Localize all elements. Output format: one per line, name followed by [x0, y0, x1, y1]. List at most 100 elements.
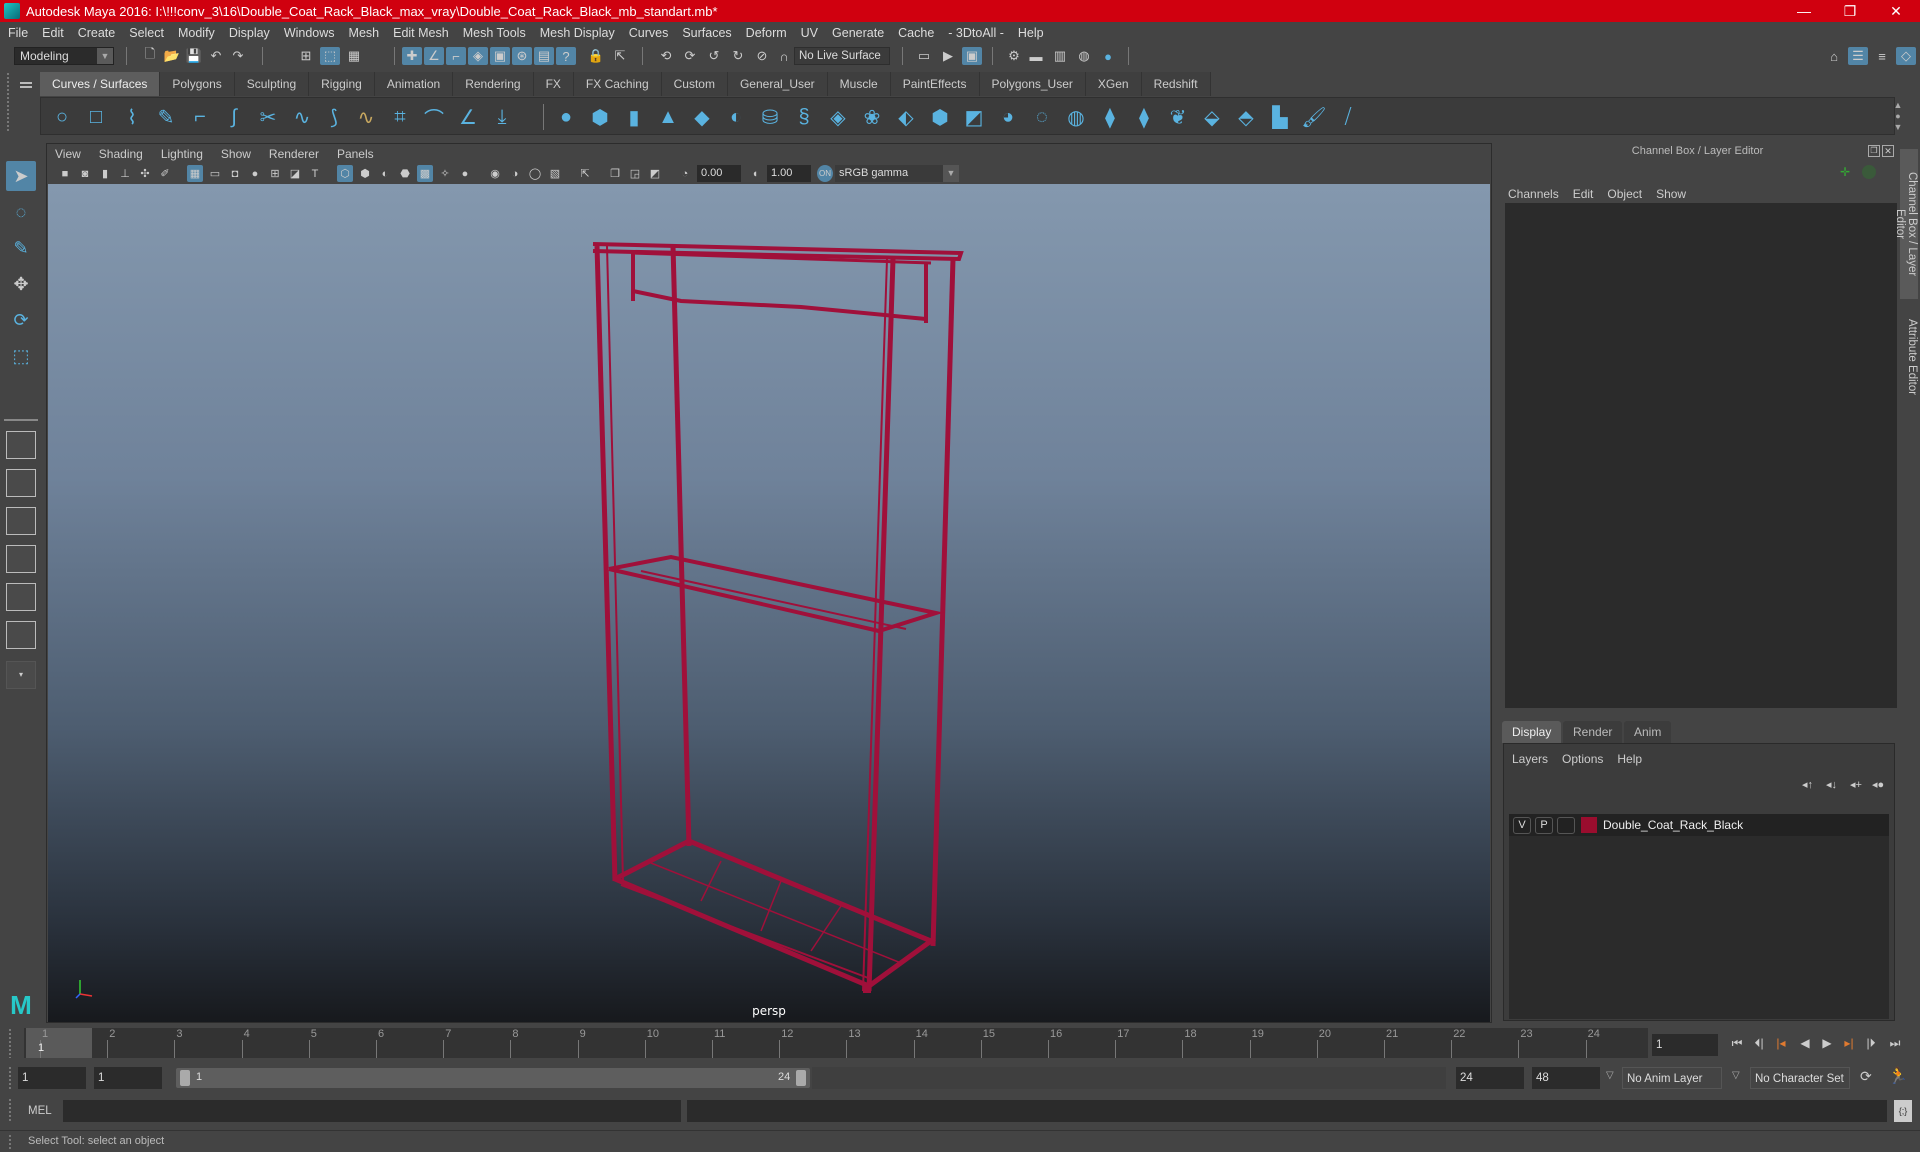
- new-scene-icon[interactable]: 🗋: [140, 46, 160, 65]
- ambient-occlusion-icon[interactable]: ◉: [487, 165, 503, 182]
- use-default-material-icon[interactable]: ◐: [377, 165, 393, 182]
- pencil-curve-icon[interactable]: ✎: [153, 104, 179, 130]
- timeline-grip[interactable]: [8, 1028, 12, 1058]
- layer-display-type-toggle[interactable]: [1557, 816, 1575, 834]
- modeling-toolkit-icon[interactable]: ⌂: [1824, 47, 1844, 65]
- layer-tab-display[interactable]: Display: [1502, 721, 1562, 743]
- gamma-field[interactable]: 1.00: [767, 165, 811, 182]
- xray-icon[interactable]: ❐: [607, 165, 623, 182]
- layer-playback-toggle[interactable]: P: [1535, 816, 1553, 834]
- project-curve-icon[interactable]: ◌: [1029, 104, 1055, 130]
- film-gate-icon[interactable]: ▭: [207, 165, 223, 182]
- birail-icon[interactable]: ⬖: [893, 104, 919, 130]
- boolean-icon[interactable]: ❦: [1165, 104, 1191, 130]
- select-hierarchy-icon[interactable]: ⊞: [296, 47, 316, 65]
- help-snap-icon[interactable]: ?: [556, 47, 576, 65]
- snap-point-icon[interactable]: ⌐: [446, 47, 466, 65]
- revolve-icon[interactable]: ⛁: [757, 104, 783, 130]
- menu-mesh-display[interactable]: Mesh Display: [540, 26, 615, 40]
- outliner-graph-layout-icon[interactable]: [6, 621, 36, 649]
- color-management-toggle-icon[interactable]: ON: [817, 165, 833, 182]
- channel-box-toggle-icon[interactable]: ◇: [1896, 47, 1916, 65]
- range-start-handle[interactable]: [180, 1070, 190, 1086]
- manipulator-icon[interactable]: ✛: [1840, 165, 1856, 181]
- exposure-field[interactable]: 0.00: [697, 165, 741, 182]
- menu-file[interactable]: File: [8, 26, 28, 40]
- menu-uv[interactable]: UV: [801, 26, 818, 40]
- nurbs-torus-icon[interactable]: ◐: [723, 104, 749, 130]
- intersect-icon[interactable]: ◍: [1063, 104, 1089, 130]
- lock-icon[interactable]: 🔒: [586, 47, 606, 65]
- command-input[interactable]: [63, 1100, 681, 1122]
- shelf-grip[interactable]: [6, 72, 10, 132]
- mode-selector[interactable]: Modeling ▼: [14, 47, 114, 65]
- snap-view-icon[interactable]: ⊛: [512, 47, 532, 65]
- gamma-icon[interactable]: ◖: [747, 165, 763, 182]
- safe-title-icon[interactable]: T: [307, 165, 323, 182]
- bezier-icon[interactable]: ✂: [255, 104, 281, 130]
- go-to-start-icon[interactable]: ⏮: [1728, 1033, 1746, 1053]
- start-time-field[interactable]: 1: [18, 1067, 86, 1089]
- animation-preferences-icon[interactable]: 🏃: [1888, 1066, 1908, 1086]
- shadows-icon[interactable]: ●: [457, 165, 473, 182]
- snap-live-icon[interactable]: ▤: [534, 47, 554, 65]
- select-lock-icon[interactable]: ⇱: [610, 47, 630, 65]
- step-back-key-icon[interactable]: |◂: [1772, 1033, 1790, 1053]
- paint-select-icon[interactable]: ✎: [6, 233, 36, 263]
- motion-blur-icon[interactable]: ◑: [507, 165, 523, 182]
- curve-edit-icon[interactable]: ⤓: [489, 104, 515, 130]
- menu-display[interactable]: Display: [229, 26, 270, 40]
- render-settings-icon[interactable]: ⚙: [1004, 47, 1024, 65]
- show-menu[interactable]: Show: [1656, 187, 1686, 201]
- play-forwards-icon[interactable]: ▶: [1818, 1033, 1836, 1053]
- field-chart-icon[interactable]: ⊞: [267, 165, 283, 182]
- sync-icon[interactable]: [1862, 165, 1876, 179]
- bevel-icon[interactable]: ⬢: [927, 104, 953, 130]
- gate-mask-icon[interactable]: ●: [247, 165, 263, 182]
- nurbs-cylinder-icon[interactable]: ▮: [621, 104, 647, 130]
- channel-list[interactable]: [1505, 203, 1897, 708]
- lasso-select-icon[interactable]: ◌: [6, 197, 36, 227]
- image-plane-icon[interactable]: ⊥: [117, 165, 133, 182]
- shelf-tab-curves-surfaces[interactable]: Curves / Surfaces: [40, 72, 161, 96]
- loft-icon[interactable]: §: [791, 104, 817, 130]
- resolution-gate-icon[interactable]: ◘: [227, 165, 243, 182]
- shelf-tab-sculpting[interactable]: Sculpting: [234, 72, 310, 96]
- attach-surface-icon[interactable]: ⬙: [1199, 104, 1225, 130]
- channels-menu[interactable]: Channels: [1508, 187, 1559, 201]
- clapper-icon[interactable]: ▬: [1026, 47, 1046, 65]
- layer-tab-anim[interactable]: Anim: [1624, 721, 1672, 743]
- attribute-editor-toggle-icon[interactable]: ☰: [1848, 47, 1868, 65]
- arc-icon[interactable]: ∫: [221, 104, 247, 130]
- open-scene-icon[interactable]: 📂: [162, 47, 182, 65]
- character-set-select[interactable]: No Character Set: [1750, 1067, 1850, 1089]
- range-slider[interactable]: 1 24: [176, 1068, 810, 1088]
- menu-mesh[interactable]: Mesh: [349, 26, 380, 40]
- command-language-label[interactable]: MEL: [28, 1105, 52, 1117]
- coat-rack-wireframe[interactable]: [48, 184, 1490, 1022]
- square-surface-icon[interactable]: ◕: [995, 104, 1021, 130]
- menu-select[interactable]: Select: [129, 26, 164, 40]
- viewport-menu-lighting[interactable]: Lighting: [161, 147, 203, 161]
- shelf-tab-muscle[interactable]: Muscle: [827, 72, 891, 96]
- maximize-button[interactable]: ❐: [1827, 0, 1873, 22]
- anti-aliasing-icon[interactable]: ◯: [527, 165, 543, 182]
- menu-3dtoall[interactable]: - 3DtoAll -: [948, 26, 1004, 40]
- ipr-render-icon[interactable]: ▣: [962, 47, 982, 65]
- xray-components-icon[interactable]: ◩: [647, 165, 663, 182]
- history-icon[interactable]: ⟲: [656, 47, 676, 65]
- nurbs-sphere-icon[interactable]: ●: [553, 104, 579, 130]
- new-layer-icon[interactable]: ◂+: [1850, 778, 1862, 791]
- curve-insert-knot-icon[interactable]: ⌒: [421, 104, 447, 131]
- shelf-tab-redshift[interactable]: Redshift: [1141, 72, 1211, 96]
- shelf-scroll[interactable]: ▲ ● ▼: [1891, 100, 1905, 134]
- curve-rebuild-icon[interactable]: ∿: [353, 104, 379, 130]
- tool-settings-icon[interactable]: ≡: [1872, 47, 1892, 65]
- layer-color-swatch[interactable]: [1581, 817, 1597, 833]
- shelf-tab-fx-caching[interactable]: FX Caching: [573, 72, 662, 96]
- curve-detach-icon[interactable]: ⟆: [321, 104, 347, 130]
- color-space-select[interactable]: sRGB gamma ▼: [835, 165, 959, 182]
- boundary-icon[interactable]: ◩: [961, 104, 987, 130]
- rebuild-surface-icon[interactable]: ▙: [1267, 104, 1293, 130]
- menu-edit[interactable]: Edit: [42, 26, 64, 40]
